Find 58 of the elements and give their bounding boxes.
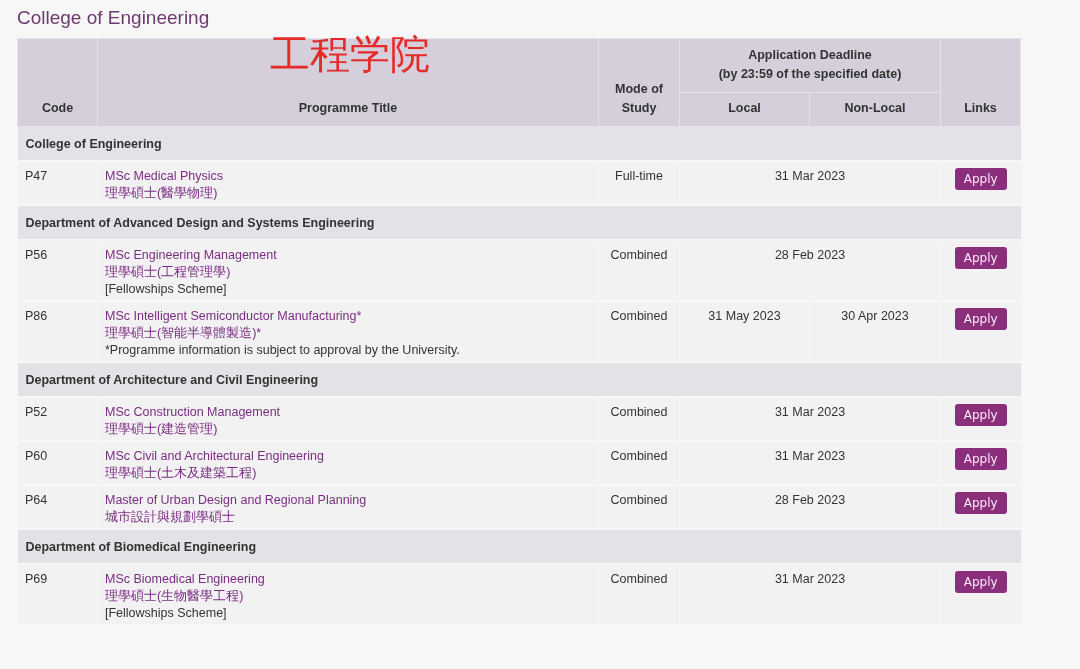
note-text: [Fellowships Scheme]	[105, 605, 227, 622]
section-heading: College of Engineering	[25, 136, 162, 151]
section-heading: Department of Advanced Design and Systems Engineering	[25, 215, 375, 230]
column-header: Links	[940, 38, 1021, 127]
annotation-text: 工程学院	[270, 32, 430, 76]
programme-title-link[interactable]: Master of Urban Design and Regional Planning	[105, 492, 367, 509]
column-header: Application Deadline (by 23:59 of the specified date)	[679, 38, 941, 93]
table-cell: P86	[17, 301, 98, 362]
section-heading: Department of Architecture and Civil Engineering	[25, 372, 319, 387]
programme-title-link[interactable]: MSc Construction Management	[105, 404, 281, 421]
column-header: Code	[17, 38, 98, 127]
table-cell: P60	[17, 441, 98, 485]
table-cell: Combined	[598, 485, 680, 529]
apply-button[interactable]: Apply	[954, 168, 1007, 190]
column-header: Local	[679, 92, 810, 127]
table-cell: P56	[17, 240, 98, 301]
apply-button[interactable]: Apply	[954, 571, 1007, 593]
programme-title-link[interactable]: MSc Engineering Management	[105, 247, 277, 264]
table-cell: 31 Mar 2023	[679, 161, 941, 205]
table-cell: 28 Feb 2023	[679, 240, 941, 301]
table-cell: 31 Mar 2023	[679, 564, 941, 625]
programme-chinese-title-link[interactable]: 理學碩士(建造管理)	[105, 421, 218, 438]
column-header: Mode of Study	[598, 38, 680, 127]
table-cell: Combined	[598, 441, 680, 485]
table-cell: Combined	[598, 564, 680, 625]
note-text: *Programme information is subject to approval by the University.	[105, 342, 460, 359]
programme-chinese-title-link[interactable]: 理學碩士(工程管理學)	[105, 264, 231, 281]
table-cell: Combined	[598, 240, 680, 301]
apply-button[interactable]: Apply	[954, 448, 1007, 470]
table-cell: 31 Mar 2023	[679, 397, 941, 441]
table-cell: Combined	[598, 397, 680, 441]
table-cell: 28 Feb 2023	[679, 485, 941, 529]
programme-title-link[interactable]: MSc Intelligent Semiconductor Manufacturing*	[105, 308, 362, 325]
table-cell: 31 May 2023	[679, 301, 810, 362]
table-cell: P52	[17, 397, 98, 441]
programme-title-link[interactable]: MSc Civil and Architectural Engineering	[105, 448, 324, 465]
programme-chinese-title-link[interactable]: 城市設計與規劃學碩士	[105, 509, 235, 526]
page-title: College of Engineering	[17, 6, 210, 30]
programme-title-link[interactable]: MSc Biomedical Engineering	[105, 571, 265, 588]
table-cell: 31 Mar 2023	[679, 441, 941, 485]
table-cell: P64	[17, 485, 98, 529]
apply-button[interactable]: Apply	[954, 308, 1007, 330]
column-header: Non-Local	[809, 92, 941, 127]
apply-button[interactable]: Apply	[954, 404, 1007, 426]
programme-chinese-title-link[interactable]: 理學碩士(土木及建築工程)	[105, 465, 257, 482]
table-cell: Combined	[598, 301, 680, 362]
programme-chinese-title-link[interactable]: 理學碩士(生物醫學工程)	[105, 588, 244, 605]
section-heading: Department of Biomedical Engineering	[25, 539, 257, 554]
table-cell: 30 Apr 2023	[809, 301, 941, 362]
apply-button[interactable]: Apply	[954, 492, 1007, 514]
apply-button[interactable]: Apply	[954, 247, 1007, 269]
note-text: [Fellowships Scheme]	[105, 281, 227, 298]
table-cell: Full-time	[598, 161, 680, 205]
programme-title-link[interactable]: MSc Medical Physics	[105, 168, 224, 185]
table-cell: P47	[17, 161, 98, 205]
programme-chinese-title-link[interactable]: 理學碩士(醫學物理)	[105, 185, 218, 202]
table-cell: P69	[17, 564, 98, 625]
programme-chinese-title-link[interactable]: 理學碩士(智能半導體製造)*	[105, 325, 262, 342]
